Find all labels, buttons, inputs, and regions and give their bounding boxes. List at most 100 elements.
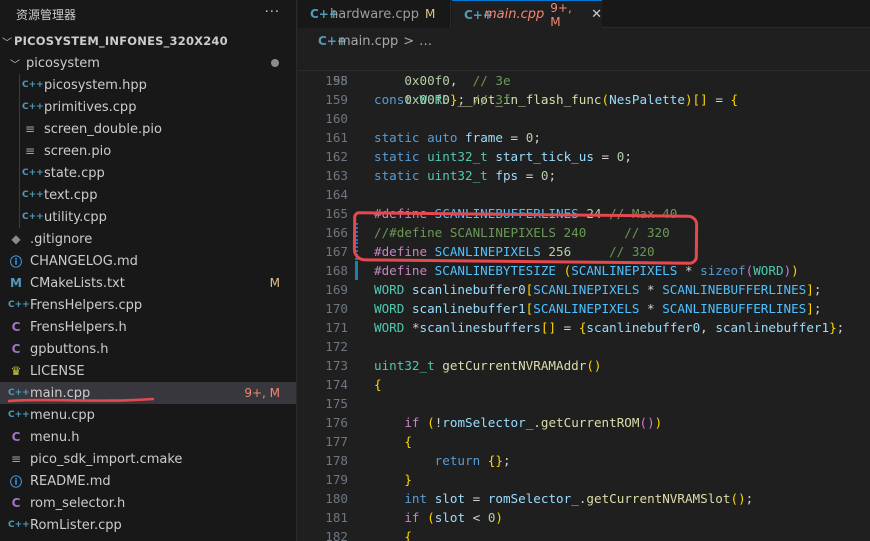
line-number: 181 xyxy=(325,510,348,525)
text-file-icon: ≡ xyxy=(24,144,36,158)
explorer-sidebar: 资源管理器 ··· ﹀ PICOSYSTEM_INFONES_320X240 ﹀… xyxy=(0,0,297,541)
line-number: 163 xyxy=(325,168,348,183)
modified-dot-icon xyxy=(271,59,279,67)
close-icon[interactable]: ✕ xyxy=(591,7,602,22)
gutter-change-indicator[interactable] xyxy=(355,242,358,261)
file-item-frenshelpers-cpp[interactable]: C++ FrensHelpers.cpp xyxy=(0,294,296,316)
code-line[interactable]: 179 } xyxy=(298,470,870,489)
file-item-text-cpp[interactable]: C++ text.cpp xyxy=(0,184,296,206)
folder-picosystem[interactable]: ﹀ picosystem xyxy=(0,52,296,74)
line-number: 159 xyxy=(325,92,348,107)
code-text: { xyxy=(374,377,382,392)
c-header-icon: C xyxy=(11,430,21,444)
line-number: 180 xyxy=(325,491,348,506)
folder-label: picosystem xyxy=(26,55,100,71)
breadcrumb-symbol[interactable]: … xyxy=(419,34,432,49)
code-text: #define SCANLINEPIXELS 256 // 320 xyxy=(374,244,655,259)
code-line[interactable]: 168 #define SCANLINEBYTESIZE (SCANLINEPIX… xyxy=(298,261,870,280)
file-item-menu-h[interactable]: Cmenu.h xyxy=(0,426,296,448)
git-icon: ◆ xyxy=(11,232,21,246)
file-label: README.md xyxy=(30,473,111,489)
code-line[interactable]: 159 0x00f0}; // 3f xyxy=(298,90,870,109)
file-item-main-cpp[interactable]: C++ main.cpp 9+, M xyxy=(0,382,296,404)
line-number: 179 xyxy=(325,472,348,487)
file-item-rom-selector-h[interactable]: Crom_selector.h xyxy=(0,492,296,514)
file-label: menu.cpp xyxy=(30,407,95,423)
file-item-screen-double-pio[interactable]: ≡ screen_double.pio xyxy=(0,118,296,140)
code-editor[interactable]: 95 const WORD __not_in_flash_func(NesPal… xyxy=(298,52,870,541)
code-line[interactable]: 167 #define SCANLINEPIXELS 256 // 320 xyxy=(298,242,870,261)
workspace-root[interactable]: ﹀ PICOSYSTEM_INFONES_320X240 xyxy=(0,30,296,52)
code-line[interactable]: 164 xyxy=(298,185,870,204)
code-line[interactable]: 166 //#define SCANLINEPIXELS 240 // 320 xyxy=(298,223,870,242)
line-number: 169 xyxy=(325,282,348,297)
file-item-utility-cpp[interactable]: C++ utility.cpp xyxy=(0,206,296,228)
line-number: 167 xyxy=(325,244,348,259)
file-item-picosystem-hpp[interactable]: C++ picosystem.hpp xyxy=(0,74,296,96)
line-number: 162 xyxy=(325,149,348,164)
cpp-file-icon: C++ xyxy=(318,34,347,48)
file-item-pico-sdk-import-cmake[interactable]: ≡ pico_sdk_import.cmake xyxy=(0,448,296,470)
more-actions-icon[interactable]: ··· xyxy=(265,5,280,20)
gutter-change-indicator[interactable] xyxy=(355,261,358,280)
line-number: 175 xyxy=(325,396,348,411)
cpp-file-icon: C++ xyxy=(464,7,493,22)
file-item--gitignore[interactable]: ◆ .gitignore xyxy=(0,228,296,250)
code-line[interactable]: 175 xyxy=(298,394,870,413)
file-item-cmakelists-txt[interactable]: M CMakeLists.txt M xyxy=(0,272,296,294)
code-line[interactable]: 172 xyxy=(298,337,870,356)
code-line[interactable]: 165 #define SCANLINEBUFFERLINES 24 // Max… xyxy=(298,204,870,223)
file-item-changelog-md[interactable]: ⓘ CHANGELOG.md xyxy=(0,250,296,272)
tab-hardware-cpp[interactable]: C++ hardware.cpp M xyxy=(298,0,451,28)
file-label: .gitignore xyxy=(30,231,93,247)
code-line[interactable]: 162 static uint32_t start_tick_us = 0; xyxy=(298,147,870,166)
file-item-menu-cpp[interactable]: C++ menu.cpp xyxy=(0,404,296,426)
text-file-icon: ≡ xyxy=(10,452,22,466)
code-line[interactable]: 163 static uint32_t fps = 0; xyxy=(298,166,870,185)
code-line[interactable]: 171 WORD *scanlinesbuffers[] = {scanlineb… xyxy=(298,318,870,337)
chevron-down-icon: ﹀ xyxy=(10,59,20,71)
file-item-primitives-cpp[interactable]: C++ primitives.cpp xyxy=(0,96,296,118)
code-line[interactable]: 182 { xyxy=(298,527,870,541)
line-number: 176 xyxy=(325,415,348,430)
line-number: 161 xyxy=(325,130,348,145)
file-item-readme-md[interactable]: ⓘ README.md xyxy=(0,470,296,492)
code-line[interactable]: 181 if (slot < 0) xyxy=(298,508,870,527)
breadcrumb-file[interactable]: main.cpp xyxy=(338,34,398,49)
code-text: int slot = romSelector_.getCurrentNVRAMS… xyxy=(404,491,754,506)
code-line[interactable]: 158 0x00f0, // 3e xyxy=(298,71,870,90)
file-label: gpbuttons.h xyxy=(30,341,109,357)
file-label: utility.cpp xyxy=(44,209,107,225)
breadcrumb: C++ main.cpp > … xyxy=(298,30,432,52)
file-item-license[interactable]: ♛ LICENSE xyxy=(0,360,296,382)
line-number: 168 xyxy=(325,263,348,278)
file-item-screen-pio[interactable]: ≡ screen.pio xyxy=(0,140,296,162)
line-number: 170 xyxy=(325,301,348,316)
code-line[interactable]: 173 uint32_t getCurrentNVRAMAddr() xyxy=(298,356,870,375)
code-line[interactable]: 160 xyxy=(298,109,870,128)
file-label: text.cpp xyxy=(44,187,98,203)
file-label: pico_sdk_import.cmake xyxy=(30,451,183,467)
file-label: picosystem.hpp xyxy=(44,77,147,93)
file-item-state-cpp[interactable]: C++ state.cpp xyxy=(0,162,296,184)
gutter-change-indicator[interactable] xyxy=(355,223,358,242)
file-item-romlister-cpp[interactable]: C++ RomLister.cpp xyxy=(0,514,296,536)
code-text: WORD *scanlinesbuffers[] = {scanlinebuff… xyxy=(374,320,845,335)
code-text: static uint32_t fps = 0; xyxy=(374,168,557,183)
code-line[interactable]: 161 static auto frame = 0; xyxy=(298,128,870,147)
file-item-gpbuttons-h[interactable]: Cgpbuttons.h xyxy=(0,338,296,360)
file-item-frenshelpers-h[interactable]: C FrensHelpers.h xyxy=(0,316,296,338)
tab-label: main.cpp xyxy=(484,7,545,22)
code-line[interactable]: 176 if (!romSelector_.getCurrentROM()) xyxy=(298,413,870,432)
code-line[interactable]: 177 { xyxy=(298,432,870,451)
tab-badge: 9+, M xyxy=(550,0,572,29)
code-line[interactable]: 180 int slot = romSelector_.getCurrentNV… xyxy=(298,489,870,508)
code-text: static auto frame = 0; xyxy=(374,130,541,145)
sticky-scroll-line[interactable]: 95 const WORD __not_in_flash_func(NesPal… xyxy=(298,52,870,107)
line-number: 165 xyxy=(325,206,348,221)
code-line[interactable]: 178 return {}; xyxy=(298,451,870,470)
code-line[interactable]: 169 WORD scanlinebuffer0[SCANLINEPIXELS *… xyxy=(298,280,870,299)
code-line[interactable]: 174 { xyxy=(298,375,870,394)
code-line[interactable]: 170 WORD scanlinebuffer1[SCANLINEPIXELS *… xyxy=(298,299,870,318)
tab-main-cpp[interactable]: C++ main.cpp 9+, M ✕ xyxy=(452,0,602,29)
